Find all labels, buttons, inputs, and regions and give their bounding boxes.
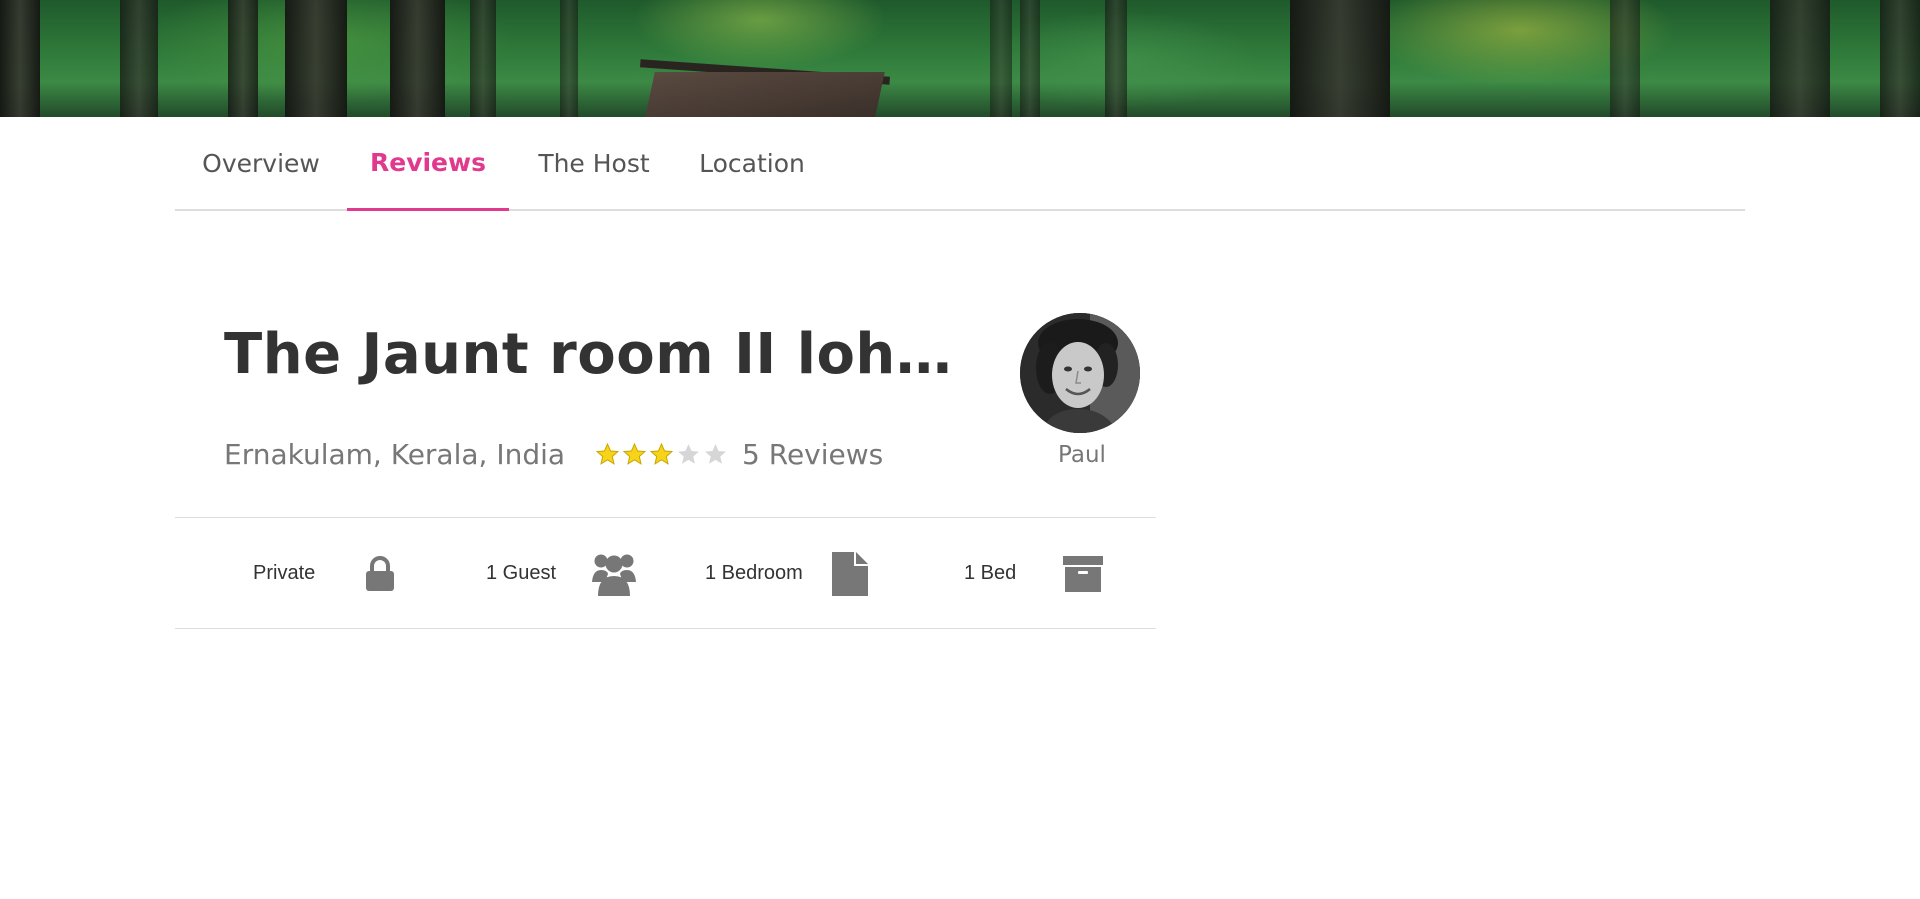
star-rating — [595, 442, 730, 467]
amenity-beds-label: 1 Bed — [964, 561, 1017, 584]
archive-box-icon — [1063, 556, 1103, 592]
tab-the-host[interactable]: The Host — [509, 117, 679, 210]
listing-subline: Ernakulam, Kerala, India 5 Reviews — [224, 432, 883, 476]
amenity-bedrooms-label: 1 Bedroom — [705, 561, 803, 584]
listing-title: The Jaunt room II loher... — [224, 322, 954, 387]
tab-overview[interactable]: Overview — [175, 117, 347, 210]
star-icon — [649, 442, 674, 465]
listing-location: Ernakulam, Kerala, India — [224, 437, 566, 471]
users-icon — [592, 554, 636, 596]
star-empty-icon — [705, 443, 726, 464]
host-portrait-image — [1020, 313, 1140, 433]
host-name[interactable]: Paul — [1030, 442, 1134, 468]
star-icon — [595, 442, 620, 465]
amenity-private-label: Private — [253, 561, 316, 584]
host-avatar[interactable] — [1020, 313, 1140, 433]
tab-location[interactable]: Location — [679, 117, 825, 210]
amenities-bar: Private 1 Guest 1 Bedroom 1 Bed — [175, 517, 1156, 629]
amenity-guests-label: 1 Guest — [486, 561, 557, 584]
star-icon — [622, 442, 647, 465]
tab-reviews[interactable]: Reviews — [347, 117, 509, 211]
lock-icon — [366, 556, 394, 591]
star-empty-icon — [678, 443, 699, 464]
reviews-count-link[interactable]: 5 Reviews — [742, 438, 883, 471]
listing-tabs: Overview Reviews The Host Location — [175, 117, 1745, 211]
hero-banner-image — [0, 0, 1920, 117]
file-icon — [832, 552, 868, 596]
